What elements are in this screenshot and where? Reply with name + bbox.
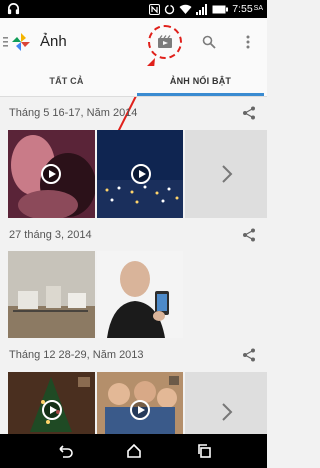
thumbnail-image [8,251,95,338]
more-button[interactable] [185,130,267,218]
play-icon [42,400,62,420]
section-date-label: Tháng 12 28-29, Năm 2013 [9,349,144,361]
section-header: 27 tháng 3, 2014 [0,220,267,250]
section-header: Tháng 12 28-29, Năm 2013 [0,340,267,370]
home-icon[interactable] [125,442,143,460]
play-icon [41,164,61,184]
section-date-label: Tháng 5 16-17, Năm 2014 [9,107,138,119]
play-icon [130,400,150,420]
thumbnail-image [97,251,183,338]
video-thumbnail[interactable] [8,130,95,218]
share-icon[interactable] [242,348,256,362]
section-header: Tháng 5 16-17, Năm 2014 [0,98,267,128]
video-thumbnail[interactable] [8,372,95,434]
tab-all[interactable]: TẤT CẢ [0,66,133,97]
recent-apps-icon[interactable] [196,442,214,460]
more-button[interactable] [185,372,267,434]
tab-indicator [137,93,264,96]
video-thumbnail[interactable] [97,372,183,434]
back-icon[interactable] [57,442,75,460]
share-icon[interactable] [242,106,256,120]
chevron-right-icon [222,165,233,183]
section-date-label: 27 tháng 3, 2014 [9,229,92,241]
play-icon [131,164,151,184]
navigation-bar [0,434,267,468]
photo-thumbnail[interactable] [97,251,183,338]
chevron-right-icon [222,403,233,421]
share-icon[interactable] [242,228,256,242]
video-thumbnail[interactable] [97,130,183,218]
photo-thumbnail[interactable] [8,251,95,338]
